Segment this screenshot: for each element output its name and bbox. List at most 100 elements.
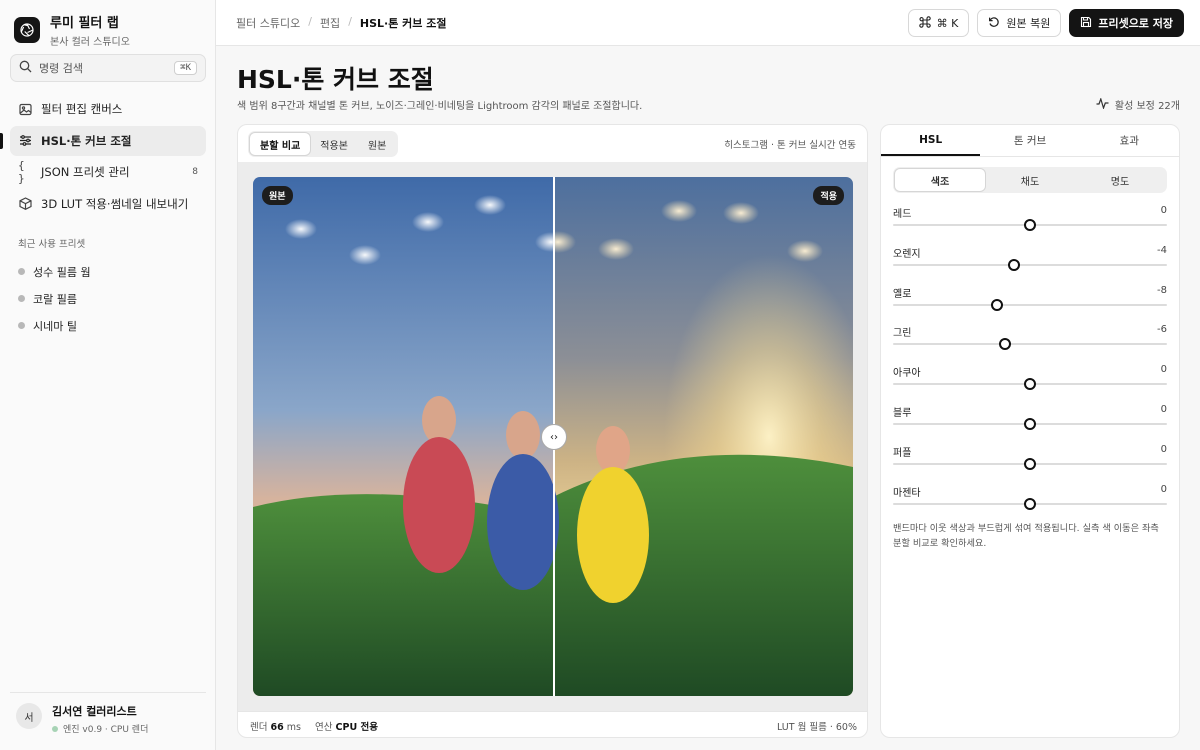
slider-label: 마젠타: [893, 487, 921, 499]
recent-presets-list: 성수 필름 웜 코랄 필름 시네마 틸: [18, 258, 91, 339]
hsl-slider-row: 퍼플 0: [893, 440, 1167, 480]
slider-knob[interactable]: [1007, 258, 1020, 271]
tab-tone-curve[interactable]: 톤 커브: [980, 125, 1079, 156]
preview-mode-switch: 분할 비교 적용본 원본: [248, 131, 399, 157]
compute-value: CPU 전용: [335, 721, 378, 733]
preview-stage: 원본 적용 ‹›: [238, 162, 867, 711]
panel-tabs: HSL 톤 커브 효과: [881, 125, 1179, 157]
sidebar-item-lut-export[interactable]: 3D LUT 적용·썸네일 내보내기: [10, 189, 206, 219]
applied-tag: 적용: [813, 186, 844, 205]
command-key-icon: [918, 15, 931, 31]
preview-footer: 렌더 66 ms 연산 CPU 전용 LUT 웜 필름 · 60%: [238, 711, 867, 737]
compute-label: 연산: [315, 721, 333, 733]
command-search[interactable]: 명령 검색 ⌘K: [10, 54, 206, 82]
slider-knob[interactable]: [1024, 417, 1036, 430]
sidebar-item-label: 3D LUT 적용·썸네일 내보내기: [41, 196, 189, 211]
brand[interactable]: 루미 필터 랩 본사 컬러 스튜디오: [14, 12, 130, 48]
tab-effects[interactable]: 효과: [1080, 125, 1179, 156]
page-title: HSL·톤 커브 조절: [237, 65, 434, 94]
page-description: 색 범위 8구간과 채널별 톤 커브, 노이즈·그레인·비네팅을 Lightro…: [237, 101, 643, 112]
breadcrumb-separator: /: [308, 15, 312, 28]
render-ms: 66: [270, 721, 284, 733]
sliders-icon: [18, 134, 32, 148]
slider-knob[interactable]: [1024, 497, 1036, 510]
sidebar-item-label: HSL·톤 커브 조절: [41, 133, 132, 148]
slider-track[interactable]: [893, 263, 1167, 266]
subtab-hue[interactable]: 색조: [895, 169, 985, 191]
mode-split[interactable]: 분할 비교: [250, 133, 311, 155]
split-handle[interactable]: ‹›: [541, 424, 567, 450]
restore-original-button[interactable]: 원본 복원: [977, 9, 1062, 37]
preset-dot: [18, 295, 25, 302]
slider-value: -4: [1157, 244, 1167, 256]
hsl-slider-row: 아쿠아 0: [893, 360, 1167, 400]
top-actions: ⌘ K 원본 복원 프리셋으로 저장: [907, 9, 1184, 37]
slider-label: 레드: [893, 209, 912, 220]
engine-status-text: 엔진 v0.9 · CPU 렌더: [63, 725, 149, 735]
mode-applied[interactable]: 적용본: [310, 133, 358, 155]
adjustment-panel: HSL 톤 커브 효과 색조 채도 명도 레드 0 오렌지 -4 옐로 -8 그린 -6 아쿠아…: [880, 124, 1180, 738]
panel-note: 밴드마다 이웃 색상과 부드럽게 섞여 적용됩니다. 실측 색 이동은 좌측 분…: [893, 523, 1159, 550]
aperture-icon: [14, 17, 40, 43]
slider-label: 오렌지: [893, 248, 921, 260]
status-dot: [52, 725, 58, 732]
render-time: 렌더 66 ms: [250, 719, 301, 733]
command-palette-label: ⌘ K: [936, 16, 959, 30]
preview-photo[interactable]: 원본 적용 ‹›: [253, 177, 853, 696]
breadcrumb-separator: /: [348, 15, 352, 28]
hsl-slider-row: 옐로 -8: [893, 281, 1167, 321]
mode-original[interactable]: 원본: [358, 133, 396, 155]
active-adjustments-label: 활성 보정 22개: [1114, 101, 1180, 112]
hsl-slider-row: 블루 0: [893, 400, 1167, 440]
avatar: 서: [16, 703, 42, 729]
save-icon: [1080, 16, 1092, 31]
slider-knob[interactable]: [1024, 378, 1036, 391]
breadcrumb-mid[interactable]: 편집: [320, 15, 340, 31]
undo-icon: [988, 16, 1000, 31]
sync-status: 히스토그램 · 톤 커브 실시간 연동: [724, 140, 856, 151]
slider-value: 0: [1160, 205, 1167, 216]
shortcut-hint: ⌘K: [174, 61, 197, 75]
sidebar-item-label: 필터 편집 캔버스: [41, 102, 123, 116]
slider-knob[interactable]: [1024, 457, 1036, 470]
tab-hsl[interactable]: HSL: [881, 125, 981, 156]
subtab-luminance[interactable]: 명도: [1075, 169, 1165, 191]
engine-status: 엔진 v0.9 · CPU 렌더: [52, 722, 148, 735]
subtab-saturation[interactable]: 채도: [985, 169, 1075, 191]
slider-value: 0: [1160, 483, 1167, 495]
recent-preset-label: 시네마 틸: [33, 319, 77, 333]
slider-track[interactable]: [893, 343, 1167, 346]
slider-value: 0: [1160, 364, 1167, 376]
slider-knob[interactable]: [999, 338, 1012, 351]
slider-label: 그린: [893, 328, 912, 340]
recent-preset-item[interactable]: 성수 필름 웜: [18, 258, 91, 285]
breadcrumb-root[interactable]: 필터 스튜디오: [236, 15, 300, 31]
sidebar-item-canvas[interactable]: 필터 편집 캔버스: [10, 94, 206, 124]
sidebar-item-hsl[interactable]: HSL·톤 커브 조절: [0, 125, 206, 156]
sidebar-item-label: JSON 프리셋 관리: [41, 165, 130, 179]
slider-knob[interactable]: [991, 298, 1004, 311]
original-tag: 원본: [262, 186, 293, 205]
hsl-sliders: 레드 0 오렌지 -4 옐로 -8 그린 -6 아쿠아 0 블루 0 퍼플 0 마젠타 0: [893, 201, 1167, 519]
save-preset-button[interactable]: 프리셋으로 저장: [1069, 9, 1184, 37]
breadcrumb-current: HSL·톤 커브 조절: [359, 17, 447, 30]
render-label: 렌더: [250, 721, 268, 733]
slider-label: 블루: [893, 407, 912, 419]
slider-label: 퍼플: [893, 447, 912, 459]
user-card[interactable]: 서 김서연 컬러리스트 엔진 v0.9 · CPU 렌더: [10, 692, 206, 740]
breadcrumb: 필터 스튜디오 / 편집 / HSL·톤 커브 조절: [236, 15, 446, 31]
slider-value: -6: [1157, 324, 1167, 336]
command-palette-button[interactable]: ⌘ K: [907, 9, 970, 37]
render-unit: ms: [286, 721, 301, 733]
cube-icon: [18, 197, 32, 211]
recent-preset-item[interactable]: 시네마 틸: [18, 312, 91, 339]
hsl-slider-row: 마젠타 0: [893, 480, 1167, 520]
slider-knob[interactable]: [1024, 219, 1036, 231]
sidebar-item-json-presets[interactable]: { } JSON 프리셋 관리 8: [10, 157, 206, 187]
compute-mode: 연산 CPU 전용: [315, 719, 378, 733]
slider-value: 0: [1160, 403, 1167, 415]
sidebar-nav: 필터 편집 캔버스 HSL·톤 커브 조절 { } JSON 프리셋 관리 8 …: [0, 94, 206, 220]
recent-preset-item[interactable]: 코랄 필름: [18, 285, 91, 312]
slider-track[interactable]: [893, 303, 1167, 306]
hsl-slider-row: 그린 -6: [893, 320, 1167, 360]
